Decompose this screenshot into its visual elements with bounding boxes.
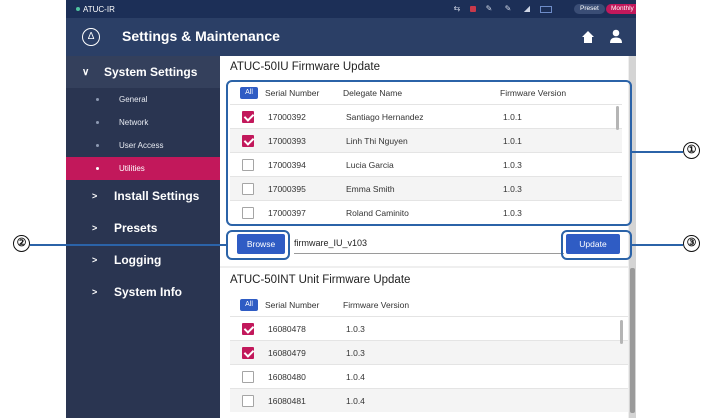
firmware-update-title: ATUC-50IU Firmware Update bbox=[230, 61, 380, 73]
brand-logo-icon: ∆ bbox=[82, 28, 100, 46]
bullet-icon bbox=[96, 167, 99, 170]
table-row[interactable]: 16080481 1.0.4 bbox=[230, 388, 628, 412]
sidebar-item-label: User Access bbox=[119, 141, 164, 150]
chevron-right-icon: > bbox=[92, 223, 98, 233]
figure: ATUC-IR ⇆ ✎ ✎ ◢ Preset Monthly Sales Mee… bbox=[0, 0, 703, 418]
system-settings-group: ∨ System Settings bbox=[66, 56, 220, 88]
sidebar-item-label: General bbox=[119, 95, 148, 104]
callout-box-browse bbox=[226, 230, 290, 260]
chevron-right-icon: > bbox=[92, 191, 98, 201]
select-all-button[interactable]: All bbox=[240, 299, 258, 311]
callout-box-table bbox=[226, 80, 632, 226]
callout-number-1: ① bbox=[683, 142, 700, 159]
mic-mute-icon: ✎ bbox=[504, 4, 512, 13]
table-row[interactable]: 16080479 1.0.3 bbox=[230, 340, 628, 364]
chevron-right-icon: > bbox=[92, 287, 98, 297]
status-app-name: ATUC-IR bbox=[76, 5, 115, 14]
unit-firmware-card: ATUC-50INT Unit Firmware Update All Seri… bbox=[220, 268, 628, 418]
status-app-label: ATUC-IR bbox=[83, 4, 115, 14]
sidebar-item-label: Install Settings bbox=[114, 189, 200, 203]
status-bar: ATUC-IR ⇆ ✎ ✎ ◢ Preset Monthly Sales Mee… bbox=[66, 0, 636, 18]
sidebar: ∨ System Settings General Network User A… bbox=[66, 56, 220, 418]
sidebar-item-user-access[interactable]: User Access bbox=[66, 134, 220, 157]
column-serial-number: Serial Number bbox=[265, 300, 320, 310]
sidebar-item-label: Network bbox=[119, 118, 149, 127]
page-title: Settings & Maintenance bbox=[122, 28, 280, 44]
serial-number: 16080480 bbox=[268, 371, 306, 382]
table-scrollbar[interactable] bbox=[620, 320, 623, 344]
sidebar-item-logging[interactable]: > Logging bbox=[66, 244, 220, 276]
unit-firmware-title: ATUC-50INT Unit Firmware Update bbox=[230, 274, 411, 286]
sidebar-item-label: System Info bbox=[114, 285, 183, 299]
bullet-icon bbox=[96, 98, 99, 101]
serial-number: 16080479 bbox=[268, 347, 306, 358]
column-firmware-version: Firmware Version bbox=[343, 300, 410, 310]
network-icon bbox=[540, 5, 552, 13]
firmware-file-field[interactable]: firmware_IU_v103 bbox=[294, 234, 564, 254]
recording-icon bbox=[470, 6, 476, 12]
sidebar-item-system-settings[interactable]: ∨ System Settings bbox=[66, 56, 220, 88]
sidebar-item-label: Presets bbox=[114, 221, 158, 235]
table-row[interactable]: 16080480 1.0.4 bbox=[230, 364, 628, 388]
callout-leader-2 bbox=[30, 244, 226, 246]
chevron-right-icon: > bbox=[92, 255, 98, 265]
status-dot-icon bbox=[76, 7, 80, 11]
user-icon[interactable] bbox=[609, 29, 623, 44]
sidebar-item-label: Logging bbox=[114, 253, 162, 267]
callout-number-2: ② bbox=[13, 235, 30, 252]
firmware-version: 1.0.4 bbox=[346, 395, 365, 406]
mic-icon: ✎ bbox=[485, 4, 493, 13]
bullet-icon bbox=[96, 121, 99, 124]
callout-box-update bbox=[561, 230, 632, 260]
sidebar-item-network[interactable]: Network bbox=[66, 111, 220, 134]
sidebar-item-label: Utilities bbox=[119, 164, 145, 173]
home-icon[interactable] bbox=[581, 30, 595, 44]
firmware-version: 1.0.3 bbox=[346, 323, 365, 334]
serial-number: 16080481 bbox=[268, 395, 306, 406]
unit-table-header: All Serial Number Firmware Version bbox=[240, 296, 409, 314]
status-icons: ⇆ ✎ ✎ ◢ bbox=[451, 3, 552, 15]
sidebar-item-label: System Settings bbox=[104, 65, 198, 79]
callout-leader-3 bbox=[632, 244, 683, 246]
row-checkbox[interactable] bbox=[242, 370, 254, 383]
preset-badge[interactable]: Preset bbox=[574, 4, 605, 14]
callout-number-3: ③ bbox=[683, 235, 700, 252]
callout-leader-1 bbox=[632, 151, 683, 153]
row-checkbox[interactable] bbox=[242, 394, 254, 407]
title-bar: ∆ Settings & Maintenance bbox=[66, 18, 636, 56]
sidebar-item-presets[interactable]: > Presets bbox=[66, 212, 220, 244]
meeting-badge[interactable]: Monthly Sales Meeting × bbox=[606, 4, 636, 14]
serial-number: 16080478 bbox=[268, 323, 306, 334]
signal-icon: ◢ bbox=[523, 4, 531, 13]
scroll-thumb[interactable] bbox=[630, 268, 635, 413]
firmware-version: 1.0.3 bbox=[346, 347, 365, 358]
usb-icon: ⇆ bbox=[453, 4, 461, 13]
bullet-icon bbox=[96, 144, 99, 147]
firmware-version: 1.0.4 bbox=[346, 371, 365, 382]
sidebar-item-install-settings[interactable]: > Install Settings bbox=[66, 180, 220, 212]
row-checkbox[interactable] bbox=[242, 322, 254, 335]
row-checkbox[interactable] bbox=[242, 346, 254, 359]
table-row[interactable]: 16080478 1.0.3 bbox=[230, 316, 628, 340]
sidebar-item-system-info[interactable]: > System Info bbox=[66, 276, 220, 308]
sidebar-item-general[interactable]: General bbox=[66, 88, 220, 111]
chevron-down-icon: ∨ bbox=[82, 66, 90, 78]
sidebar-item-utilities[interactable]: Utilities bbox=[66, 157, 220, 180]
